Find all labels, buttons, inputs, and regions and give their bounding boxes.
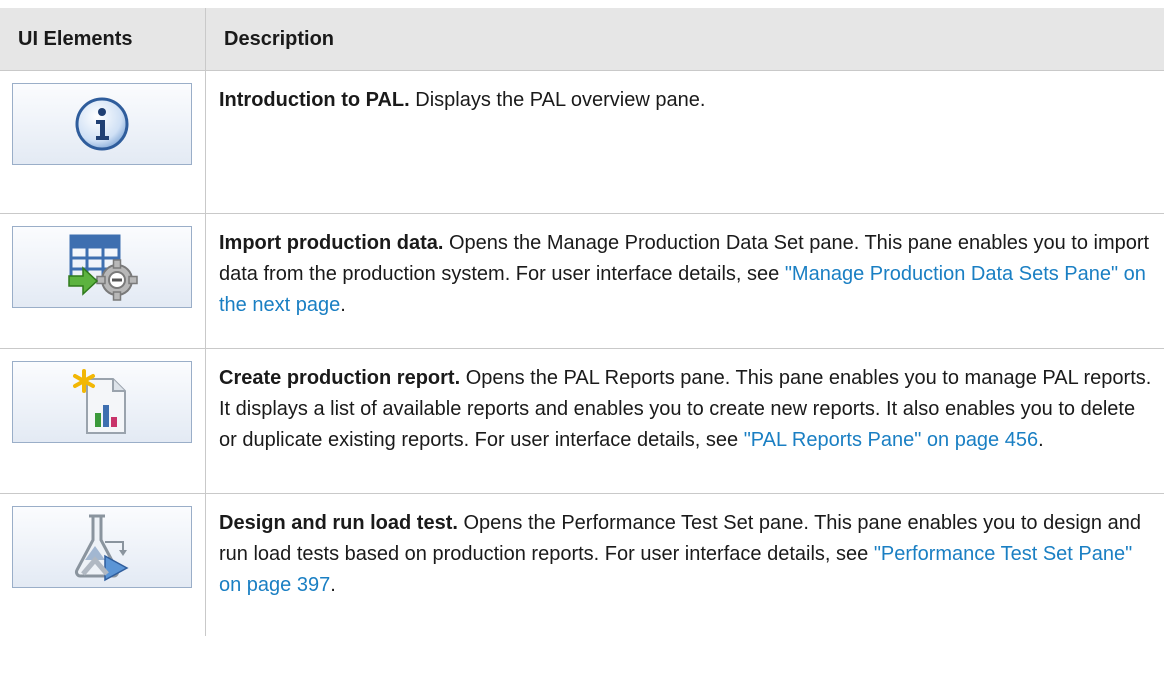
row-term: Introduction to PAL.: [219, 89, 410, 111]
header-ui-elements: UI Elements: [0, 8, 206, 71]
header-description: Description: [205, 8, 1164, 71]
table-row: Import production data. Opens the Manage…: [0, 213, 1164, 349]
load-test-icon: [74, 514, 129, 582]
create-report-icon: [73, 369, 126, 434]
import-data-icon: [68, 234, 138, 301]
row-term: Design and run load test.: [219, 512, 458, 534]
info-button[interactable]: [12, 83, 192, 165]
info-icon: [75, 97, 129, 151]
description-cell: Create production report. Opens the PAL …: [205, 348, 1164, 494]
description-cell: Introduction to PAL. Displays the PAL ov…: [205, 70, 1164, 214]
cross-reference-link[interactable]: "PAL Reports Pane" on page 456: [744, 429, 1038, 451]
ui-elements-table: UI Elements Description Introduction to …: [0, 8, 1164, 636]
icon-cell: [0, 70, 206, 214]
icon-cell: [0, 213, 206, 349]
table-row: Design and run load test. Opens the Perf…: [0, 493, 1164, 637]
create-report-button[interactable]: [12, 361, 192, 443]
description-cell: Design and run load test. Opens the Perf…: [206, 494, 1164, 637]
row-text: Displays the PAL overview pane.: [409, 89, 706, 111]
row-term: Create production report.: [219, 367, 461, 389]
row-text-after: .: [330, 574, 336, 596]
icon-cell: [0, 493, 206, 636]
description-cell: Import production data. Opens the Manage…: [205, 213, 1164, 349]
table-row: Create production report. Opens the PAL …: [0, 348, 1164, 494]
load-test-button[interactable]: [12, 506, 192, 588]
table-header-row: UI Elements Description: [0, 8, 1164, 71]
row-text-after: .: [340, 294, 346, 316]
row-text-after: .: [1038, 429, 1044, 451]
icon-cell: [0, 348, 206, 494]
row-term: Import production data.: [219, 232, 444, 254]
import-data-button[interactable]: [12, 226, 192, 308]
table-row: Introduction to PAL. Displays the PAL ov…: [0, 70, 1164, 214]
